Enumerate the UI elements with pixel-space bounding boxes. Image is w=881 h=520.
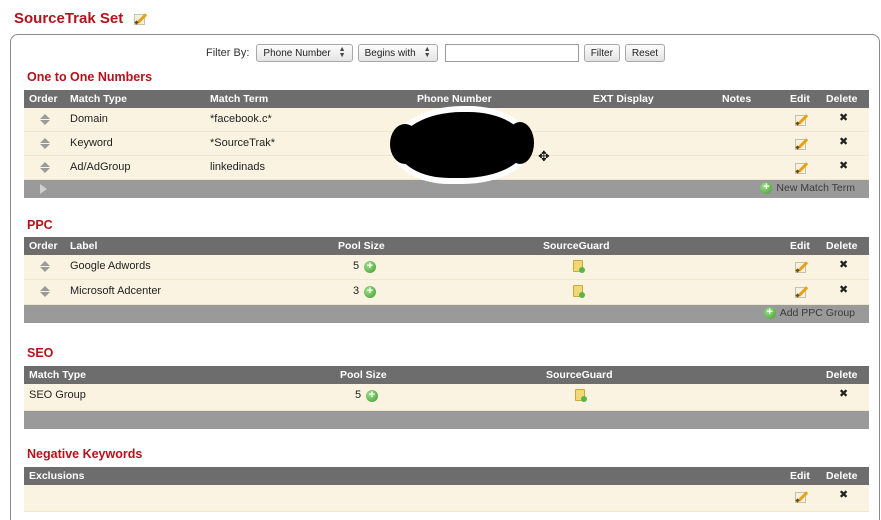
- table-header: Exclusions Edit Delete: [24, 467, 869, 485]
- section-title-one-to-one: One to One Numbers: [27, 70, 153, 84]
- delete-icon[interactable]: ✖: [839, 159, 848, 172]
- pool-size: 5: [353, 260, 360, 272]
- delete-icon[interactable]: ✖: [839, 387, 848, 400]
- pencil-icon[interactable]: [133, 12, 148, 26]
- redaction-blob: [390, 112, 534, 178]
- sourceguard-icon[interactable]: [573, 285, 585, 298]
- reset-button[interactable]: Reset: [624, 44, 666, 62]
- add-ppc-group-button[interactable]: + Add PPC Group: [763, 307, 855, 319]
- col-delete: Delete: [826, 470, 858, 482]
- order-handle-icon[interactable]: [40, 114, 50, 126]
- col-sourceguard: SourceGuard: [546, 369, 613, 381]
- col-edit: Edit: [790, 93, 810, 105]
- edit-icon[interactable]: [794, 113, 809, 127]
- table-row: Google Adwords 5 + ✖: [24, 255, 869, 280]
- edit-icon[interactable]: [794, 161, 809, 175]
- delete-icon[interactable]: ✖: [839, 283, 848, 296]
- filter-field-select[interactable]: Phone Number ▲ ▼: [256, 44, 353, 62]
- col-match-term: Match Term: [210, 93, 269, 105]
- move-cursor-icon: ✥: [538, 148, 550, 164]
- edit-icon[interactable]: [794, 285, 809, 299]
- col-order: Order: [29, 93, 58, 105]
- table-footer: + New Match Term: [24, 180, 869, 198]
- seo-match-type: SEO Group: [29, 389, 86, 401]
- negative-keywords-table: Exclusions Edit Delete ✖: [24, 467, 869, 512]
- ppc-table: Order Label Pool Size SourceGuard Edit D…: [24, 237, 869, 323]
- plus-icon[interactable]: +: [364, 286, 376, 298]
- order-handle-icon[interactable]: [40, 286, 50, 298]
- col-match-type: Match Type: [70, 93, 127, 105]
- ppc-label: Microsoft Adcenter: [70, 285, 162, 297]
- page-title: SourceTrak Set: [14, 10, 148, 27]
- plus-icon[interactable]: +: [364, 261, 376, 273]
- table-header: Order Label Pool Size SourceGuard Edit D…: [24, 237, 869, 255]
- table-footer: + Add PPC Group: [24, 305, 869, 323]
- new-match-term-button[interactable]: + New Match Term: [760, 182, 855, 194]
- table-row: Microsoft Adcenter 3 + ✖: [24, 280, 869, 305]
- col-match-type: Match Type: [29, 369, 86, 381]
- plus-icon[interactable]: +: [366, 390, 378, 402]
- plus-icon: +: [760, 182, 773, 194]
- select-arrows-icon: ▲ ▼: [423, 46, 431, 59]
- pool-size: 5: [355, 389, 362, 401]
- filter-label: Filter By:: [206, 47, 250, 59]
- table-footer: [24, 411, 869, 429]
- delete-icon[interactable]: ✖: [839, 135, 848, 148]
- delete-icon[interactable]: ✖: [839, 111, 848, 124]
- page-title-text: SourceTrak Set: [14, 10, 124, 27]
- section-title-ppc: PPC: [27, 218, 53, 232]
- ppc-label: Google Adwords: [70, 260, 151, 272]
- match-term: *SourceTrak*: [210, 137, 276, 149]
- col-delete: Delete: [826, 93, 858, 105]
- add-ppc-group-label: Add PPC Group: [779, 307, 855, 319]
- col-sourceguard: SourceGuard: [543, 240, 610, 252]
- col-label: Label: [70, 240, 98, 252]
- filter-input[interactable]: [444, 44, 579, 62]
- match-term: *facebook.c*: [210, 113, 272, 125]
- order-handle-icon[interactable]: [40, 261, 50, 273]
- sourceguard-icon[interactable]: [573, 260, 585, 273]
- pool-size: 3: [353, 285, 360, 297]
- table-header: Order Match Type Match Term Phone Number…: [24, 90, 869, 108]
- delete-icon[interactable]: ✖: [839, 488, 848, 501]
- match-type: Ad/AdGroup: [70, 161, 131, 173]
- col-pool-size: Pool Size: [340, 369, 387, 381]
- col-delete: Delete: [826, 240, 858, 252]
- col-notes: Notes: [722, 93, 752, 105]
- section-title-negative-keywords: Negative Keywords: [27, 447, 143, 461]
- col-edit: Edit: [790, 470, 810, 482]
- match-term: linkedinads: [210, 161, 266, 173]
- seo-table: Match Type Pool Size SourceGuard Delete …: [24, 366, 869, 429]
- table-header: Match Type Pool Size SourceGuard Delete: [24, 366, 869, 384]
- table-row: ✖: [24, 485, 869, 512]
- edit-icon[interactable]: [794, 490, 809, 504]
- col-delete: Delete: [826, 369, 858, 381]
- new-match-term-label: New Match Term: [776, 182, 855, 194]
- filter-condition-select[interactable]: Begins with ▲ ▼: [357, 44, 438, 62]
- col-exclusions: Exclusions: [29, 470, 85, 482]
- filter-bar: Filter By: Phone Number ▲ ▼ Begins with ▲…: [206, 44, 666, 62]
- match-type: Keyword: [70, 137, 113, 149]
- play-icon[interactable]: [40, 184, 47, 194]
- order-handle-icon[interactable]: [40, 162, 50, 174]
- col-edit: Edit: [790, 240, 810, 252]
- filter-button[interactable]: Filter: [583, 44, 620, 62]
- plus-icon: +: [763, 307, 776, 319]
- col-phone-number: Phone Number: [417, 93, 492, 105]
- filter-condition-value: Begins with: [364, 47, 416, 59]
- edit-icon[interactable]: [794, 260, 809, 274]
- col-pool-size: Pool Size: [338, 240, 385, 252]
- filter-field-value: Phone Number: [263, 47, 331, 59]
- col-order: Order: [29, 240, 58, 252]
- col-ext-display: EXT Display: [593, 93, 654, 105]
- delete-icon[interactable]: ✖: [839, 258, 848, 271]
- match-type: Domain: [70, 113, 108, 125]
- edit-icon[interactable]: [794, 137, 809, 151]
- order-handle-icon[interactable]: [40, 138, 50, 150]
- select-arrows-icon: ▲ ▼: [338, 46, 346, 59]
- section-title-seo: SEO: [27, 346, 54, 360]
- table-row: SEO Group 5 + ✖: [24, 384, 869, 411]
- sourceguard-icon[interactable]: [575, 389, 587, 402]
